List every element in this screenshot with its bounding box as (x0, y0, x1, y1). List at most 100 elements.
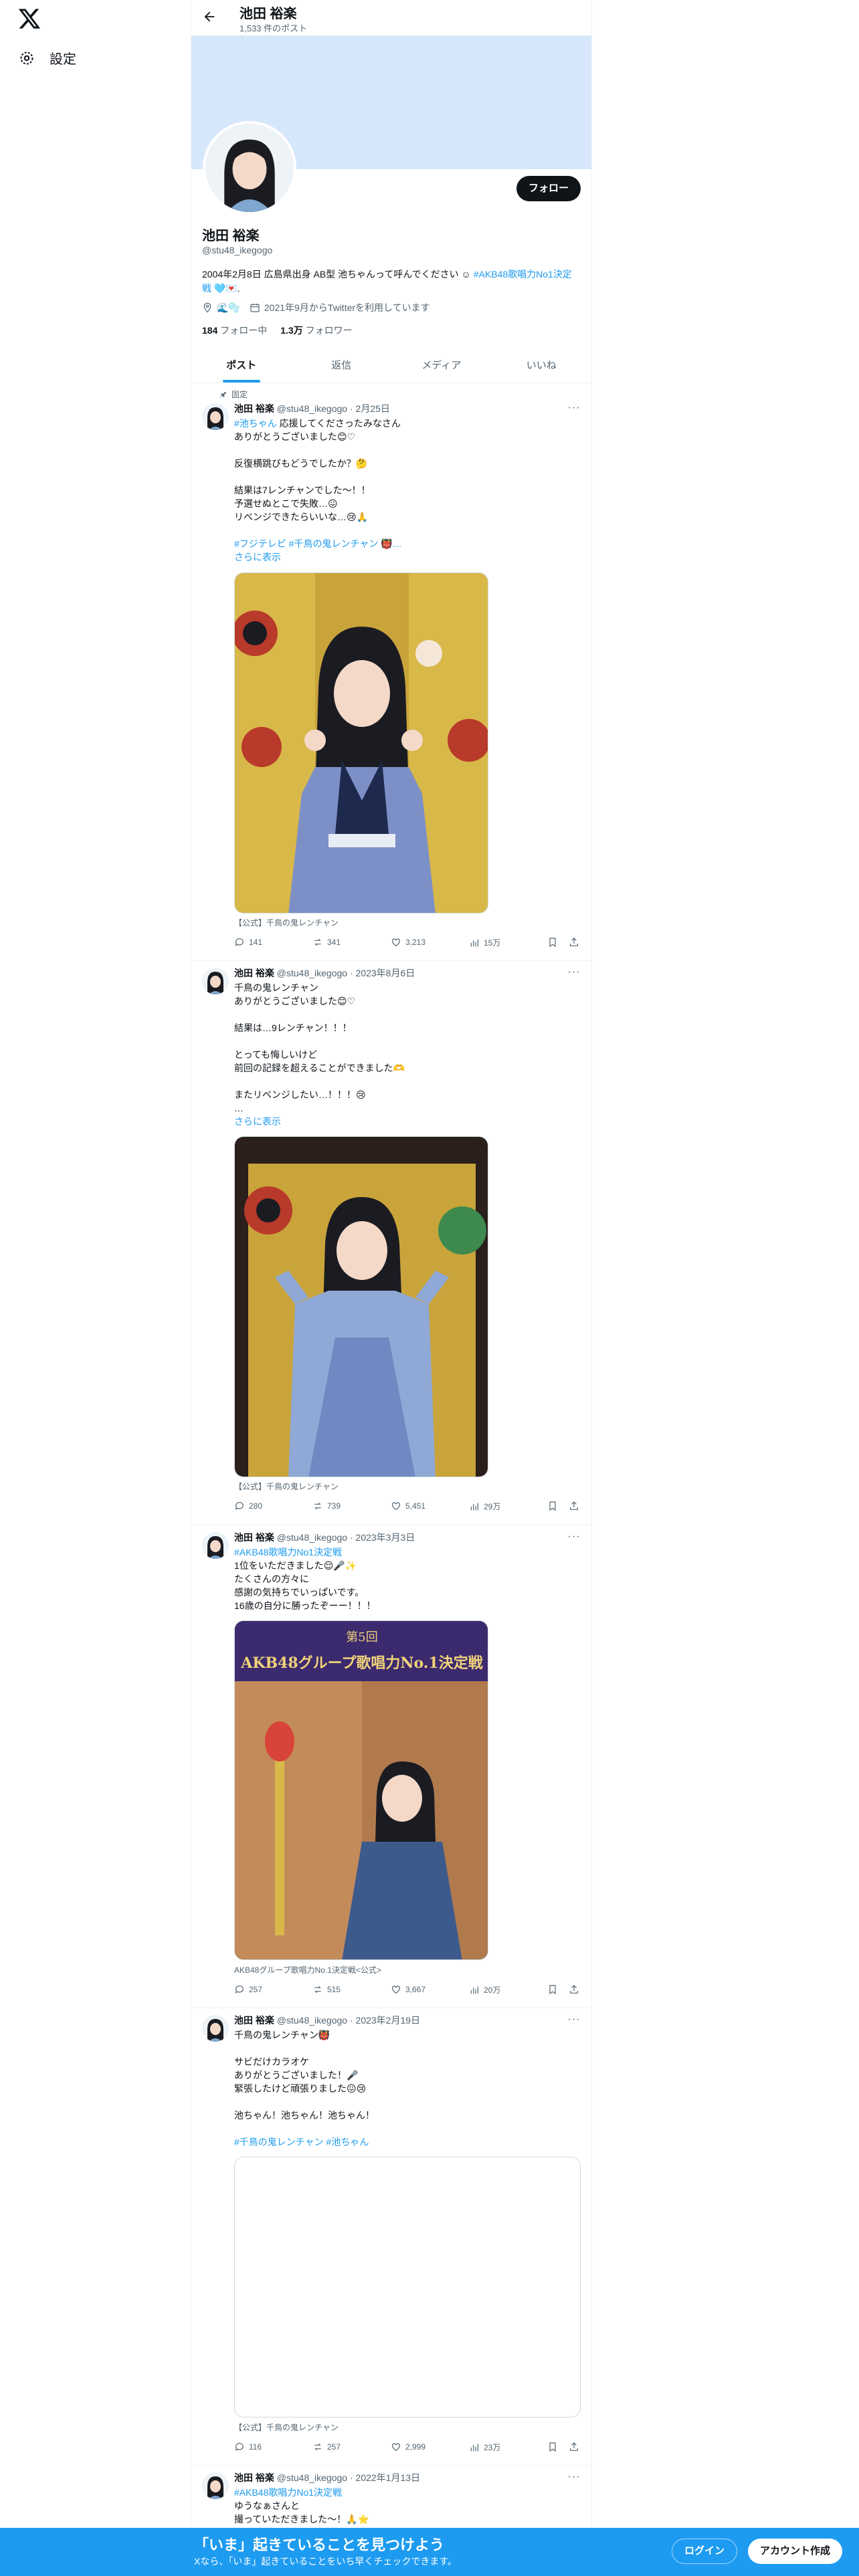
post-author-name[interactable]: 池田 裕楽 (234, 2015, 274, 2026)
like-button[interactable]: 5,451 (391, 1501, 425, 1511)
post-hashtags[interactable]: #千鳥の鬼レンチャン #池ちゃん (234, 2135, 582, 2149)
x-logo-icon[interactable] (17, 7, 41, 31)
like-button[interactable]: 3,213 (391, 937, 425, 948)
avatar[interactable] (202, 403, 229, 430)
post-header: 池田 裕楽 @stu48_ikegogo · 2023年8月6日 (234, 968, 415, 978)
profile-tabs: ポスト 返信 メディア いいね (191, 348, 591, 383)
post-date[interactable]: 2023年2月19日 (356, 2015, 421, 2026)
tab-posts[interactable]: ポスト (191, 348, 292, 383)
profile-header-bar: 池田 裕楽 1,533 件のポスト (191, 0, 591, 35)
post-1[interactable]: 固定 池田 裕楽 @stu48_ikegogo · 2月25日 ··· #池ちゃ… (191, 383, 591, 961)
post-hashtags[interactable]: #AKB48歌唱力No1決定戦 (234, 2486, 582, 2499)
post-author-name[interactable]: 池田 裕楽 (234, 968, 274, 978)
bookmark-icon (549, 1501, 556, 1511)
repost-icon (314, 938, 321, 946)
more-options-icon[interactable]: ··· (567, 2014, 581, 2027)
profile-avatar[interactable] (203, 121, 296, 215)
repost-icon (314, 2443, 321, 2451)
media-caption[interactable]: 【公式】千鳥の鬼レンチャン (234, 917, 339, 928)
post-author-handle[interactable]: @stu48_ikegogo (277, 968, 347, 978)
bookmark-button[interactable] (547, 1984, 558, 1995)
avatar[interactable] (202, 968, 229, 994)
post-date[interactable]: 2023年8月6日 (356, 968, 415, 978)
reply-button[interactable]: 141 (234, 937, 262, 948)
post-hashtags[interactable]: #フジテレビ #千鳥の鬼レンチャン 👹… (234, 537, 582, 550)
show-more-link[interactable]: さらに表示 (234, 1115, 281, 1128)
followers-link[interactable]: 1.3万 フォロワー (280, 324, 352, 337)
post-author-handle[interactable]: @stu48_ikegogo (277, 403, 347, 414)
reply-button[interactable]: 116 (234, 2442, 262, 2452)
repost-button[interactable]: 341 (312, 937, 341, 948)
post-media-image[interactable]: 第5回 AKB48グループ歌唱力No.1決定戦 (234, 1620, 488, 1960)
following-link[interactable]: 184 フォロー中 (202, 324, 267, 337)
reply-button[interactable]: 257 (234, 1984, 262, 1995)
views-icon (470, 939, 478, 946)
post-author-name[interactable]: 池田 裕楽 (234, 403, 274, 414)
post-4[interactable]: 池田 裕楽 @stu48_ikegogo · 2023年2月19日 ··· 千鳥… (191, 2008, 591, 2466)
repost-count: 341 (327, 938, 341, 947)
post-author-handle[interactable]: @stu48_ikegogo (277, 1532, 347, 1543)
more-options-icon[interactable]: ··· (567, 1531, 581, 1544)
bookmark-button[interactable] (547, 1501, 558, 1511)
views-button[interactable]: 20万 (469, 1984, 500, 1996)
more-options-icon[interactable]: ··· (567, 966, 581, 980)
tab-replies[interactable]: 返信 (292, 348, 392, 383)
more-options-icon[interactable]: ··· (567, 402, 581, 415)
more-options-icon[interactable]: ··· (567, 2471, 581, 2484)
views-button[interactable]: 29万 (469, 1501, 500, 1512)
bio-emoji: 🩵💌. (211, 283, 240, 294)
post-author-handle[interactable]: @stu48_ikegogo (277, 2015, 347, 2026)
avatar[interactable] (202, 2015, 229, 2042)
create-account-button[interactable]: アカウント作成 (748, 2539, 843, 2564)
heart-icon (392, 1985, 400, 1994)
post-3[interactable]: 池田 裕楽 @stu48_ikegogo · 2023年3月3日 ··· #AK… (191, 1525, 591, 2008)
share-button[interactable] (569, 2442, 579, 2452)
avatar[interactable] (202, 1532, 229, 1559)
post-media-video[interactable] (234, 572, 488, 914)
post-hashtags[interactable]: #AKB48歌唱力No1決定戦 (234, 1545, 582, 1559)
login-button[interactable]: ログイン (672, 2539, 738, 2564)
pinned-label: 固定 (231, 390, 248, 399)
tab-likes[interactable]: いいね (492, 348, 592, 383)
bookmark-button[interactable] (547, 2442, 558, 2452)
post-actions: 116 257 2,999 23万 (234, 2442, 579, 2455)
following-count: 184 (202, 325, 218, 336)
post-date[interactable]: 2022年1月13日 (356, 2472, 421, 2483)
reply-button[interactable]: 280 (234, 1501, 262, 1511)
post-2[interactable]: 池田 裕楽 @stu48_ikegogo · 2023年8月6日 ··· 千鳥の… (191, 961, 591, 1525)
post-media-placeholder[interactable] (234, 2157, 581, 2418)
followers-count: 1.3万 (280, 325, 303, 336)
repost-button[interactable]: 739 (312, 1501, 341, 1511)
avatar[interactable] (202, 2472, 229, 2499)
post-date[interactable]: 2023年3月3日 (356, 1532, 415, 1543)
views-button[interactable]: 15万 (469, 937, 500, 948)
repost-button[interactable]: 257 (312, 2442, 341, 2452)
like-button[interactable]: 2,999 (391, 2442, 425, 2452)
share-button[interactable] (569, 937, 579, 948)
tab-media[interactable]: メディア (391, 348, 492, 383)
post-author-name[interactable]: 池田 裕楽 (234, 2472, 274, 2483)
media-caption[interactable]: AKB48グループ歌唱力No.1決定戦<公式> (234, 1964, 381, 1975)
view-count: 29万 (484, 1502, 501, 1511)
post-body: ありがとうございました😊♡ 反復横跳びもどうでしたか？🤔 結果は7レンチャンでし… (234, 431, 371, 522)
repost-button[interactable]: 515 (312, 1984, 341, 1995)
show-more-link[interactable]: さらに表示 (234, 550, 281, 564)
reply-count: 257 (249, 1985, 263, 1994)
share-button[interactable] (569, 1501, 579, 1511)
media-caption[interactable]: 【公式】千鳥の鬼レンチャン (234, 1481, 339, 1492)
media-caption[interactable]: 【公式】千鳥の鬼レンチャン (234, 2422, 339, 2433)
post-date[interactable]: 2月25日 (356, 403, 390, 414)
bookmark-icon (549, 1985, 556, 1995)
follow-button[interactable]: フォロー (516, 176, 581, 201)
post-author-name[interactable]: 池田 裕楽 (234, 1532, 274, 1543)
views-button[interactable]: 23万 (469, 2442, 500, 2453)
nav-settings[interactable]: 設定 (19, 48, 76, 68)
like-button[interactable]: 3,667 (391, 1984, 425, 1995)
post-author-handle[interactable]: @stu48_ikegogo (277, 2472, 347, 2483)
share-button[interactable] (569, 1984, 579, 1995)
bookmark-button[interactable] (547, 937, 558, 948)
signup-banner-title: 「いま」起きていることを見つけよう (194, 2537, 445, 2553)
back-arrow-icon[interactable] (202, 9, 217, 24)
post-media-video[interactable] (234, 1136, 488, 1477)
post-hashtag[interactable]: #池ちゃん (234, 418, 277, 429)
